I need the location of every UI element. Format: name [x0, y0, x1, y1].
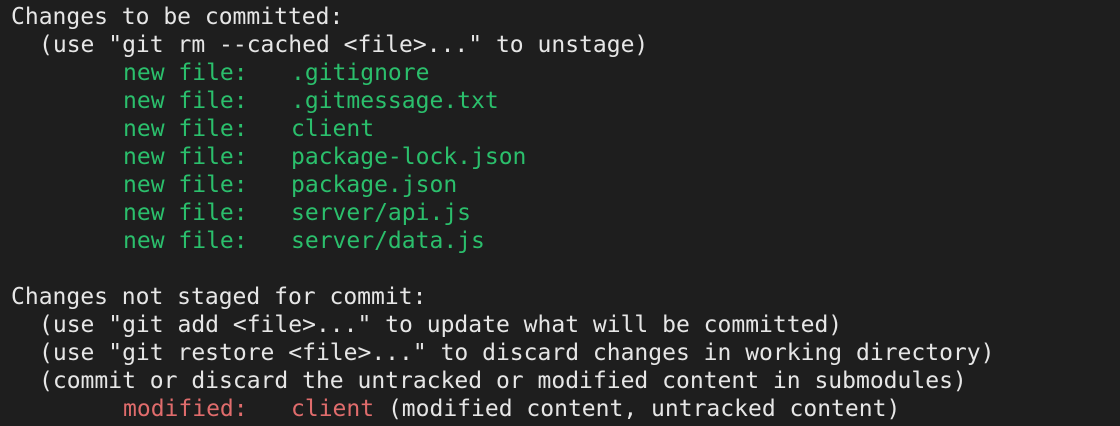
entry-path: server/data.js — [291, 228, 485, 254]
entry-path: server/api.js — [291, 200, 472, 226]
staged-entry: new file: client — [11, 115, 1120, 143]
entry-status: new file: — [123, 228, 248, 254]
entry-status: new file: — [123, 88, 248, 114]
entry-path: package.json — [291, 172, 458, 198]
staged-entry: new file: server/api.js — [11, 199, 1120, 227]
entry-status: new file: — [123, 172, 248, 198]
entry-status: new file: — [123, 116, 248, 142]
entry-status: new file: — [123, 200, 248, 226]
entry-status: new file: — [123, 144, 248, 170]
staged-header: Changes to be committed: — [11, 4, 344, 30]
staged-entry: new file: package-lock.json — [11, 143, 1120, 171]
entry-path: .gitignore — [291, 60, 430, 86]
entry-path: package-lock.json — [291, 144, 527, 170]
entry-status: modified: — [123, 396, 248, 422]
staged-hint: (use "git rm --cached <file>..." to unst… — [39, 32, 649, 58]
entry-path: .gitmessage.txt — [291, 88, 499, 114]
unstaged-hint: (use "git add <file>..." to update what … — [39, 312, 843, 338]
staged-entry: new file: .gitmessage.txt — [11, 87, 1120, 115]
entry-path: client — [291, 116, 375, 142]
staged-entry: new file: .gitignore — [11, 59, 1120, 87]
unstaged-header: Changes not staged for commit: — [11, 284, 427, 310]
terminal-output: Changes to be committed: (use "git rm --… — [0, 0, 1120, 426]
entry-status: new file: — [123, 60, 248, 86]
entry-path: client — [291, 396, 375, 422]
unstaged-entry: modified: client (modified content, untra… — [11, 395, 1120, 423]
staged-entry: new file: package.json — [11, 171, 1120, 199]
unstaged-hint: (commit or discard the untracked or modi… — [39, 368, 967, 394]
staged-entry: new file: server/data.js — [11, 227, 1120, 255]
unstaged-hint: (use "git restore <file>..." to discard … — [39, 340, 995, 366]
entry-detail: (modified content, untracked content) — [374, 396, 901, 422]
